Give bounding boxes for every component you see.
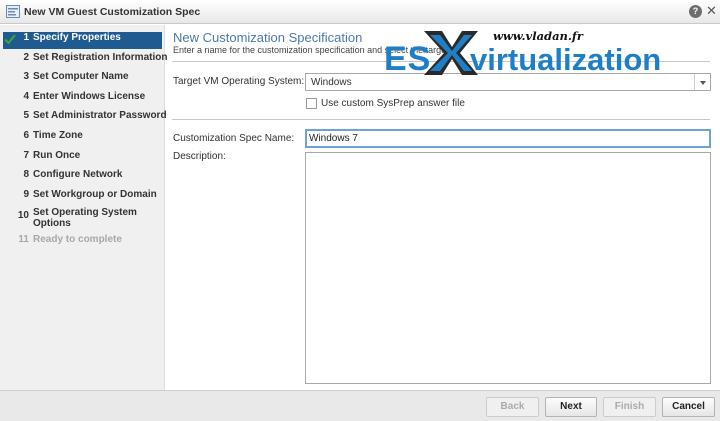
wizard-steps: 1 Specify Properties 2 Set Registration … — [0, 25, 167, 390]
divider — [172, 119, 710, 120]
close-icon[interactable]: ✕ — [706, 4, 718, 18]
step-label: Configure Network — [33, 169, 123, 180]
step-set-workgroup-or-domain[interactable]: 9 Set Workgroup or Domain — [3, 189, 162, 206]
sysprep-checkbox[interactable] — [306, 98, 317, 109]
os-label: Target VM Operating System: — [173, 76, 305, 87]
step-run-once[interactable]: 7 Run Once — [3, 150, 162, 167]
step-time-zone[interactable]: 6 Time Zone — [3, 130, 162, 147]
step-specify-properties[interactable]: 1 Specify Properties — [3, 32, 162, 49]
wizard-icon — [6, 5, 20, 18]
help-icon[interactable]: ? — [689, 5, 702, 18]
step-label: Run Once — [33, 150, 81, 161]
main-panel: New Customization Specification Enter a … — [166, 25, 720, 390]
window-titlebar: New VM Guest Customization Spec ? ✕ — [0, 0, 720, 24]
step-label: Set Registration Information — [33, 52, 168, 63]
sysprep-label: Use custom SysPrep answer file — [321, 98, 465, 109]
wizard-footer: Back Next Finish Cancel — [0, 390, 720, 421]
step-label: Set Computer Name — [33, 71, 129, 82]
step-number: 6 — [23, 130, 29, 141]
step-label: Set Administrator Password — [33, 110, 167, 121]
step-number: 10 — [17, 210, 29, 221]
step-set-operating-system-options[interactable]: 10 Set Operating System Options — [3, 207, 162, 231]
spec-name-value: Windows 7 — [309, 133, 358, 144]
step-set-registration-information[interactable]: 2 Set Registration Information — [3, 52, 167, 69]
cancel-button[interactable]: Cancel — [662, 397, 715, 417]
watermark-logo: www.vladan.fr ES virtualization — [378, 25, 720, 78]
description-label: Description: — [173, 151, 226, 162]
step-label: Ready to complete — [33, 234, 122, 245]
os-select-value: Windows — [311, 77, 352, 88]
checkmark-icon — [4, 34, 16, 45]
step-enter-windows-license[interactable]: 4 Enter Windows License — [3, 91, 162, 108]
window-title: New VM Guest Customization Spec — [24, 6, 201, 18]
step-number: 9 — [23, 189, 29, 200]
step-ready-to-complete[interactable]: 11 Ready to complete — [3, 234, 162, 251]
step-number: 4 — [23, 91, 29, 102]
step-label: Set Workgroup or Domain — [33, 189, 157, 200]
step-number: 3 — [23, 71, 29, 82]
watermark-site: www.vladan.fr — [493, 29, 583, 43]
spec-name-label: Customization Spec Name: — [173, 133, 295, 144]
finish-button[interactable]: Finish — [603, 397, 656, 417]
step-number: 5 — [23, 110, 29, 121]
description-textarea[interactable] — [305, 152, 711, 384]
next-button[interactable]: Next — [545, 397, 597, 417]
spec-name-input[interactable]: Windows 7 — [305, 129, 711, 148]
step-number: 2 — [23, 52, 29, 63]
step-label: Set Operating System Options — [33, 207, 137, 229]
step-number: 11 — [18, 234, 29, 245]
step-set-administrator-password[interactable]: 5 Set Administrator Password — [3, 110, 166, 127]
page-title: New Customization Specification — [173, 30, 363, 45]
step-label: Time Zone — [33, 130, 83, 141]
step-number: 8 — [23, 169, 29, 180]
step-configure-network[interactable]: 8 Configure Network — [3, 169, 162, 186]
step-label: Specify Properties — [33, 32, 121, 43]
watermark-virtualization: virtualization — [470, 42, 662, 77]
step-number: 7 — [23, 150, 29, 161]
back-button[interactable]: Back — [486, 397, 539, 417]
step-label: Enter Windows License — [33, 91, 146, 102]
step-set-computer-name[interactable]: 3 Set Computer Name — [3, 71, 162, 88]
